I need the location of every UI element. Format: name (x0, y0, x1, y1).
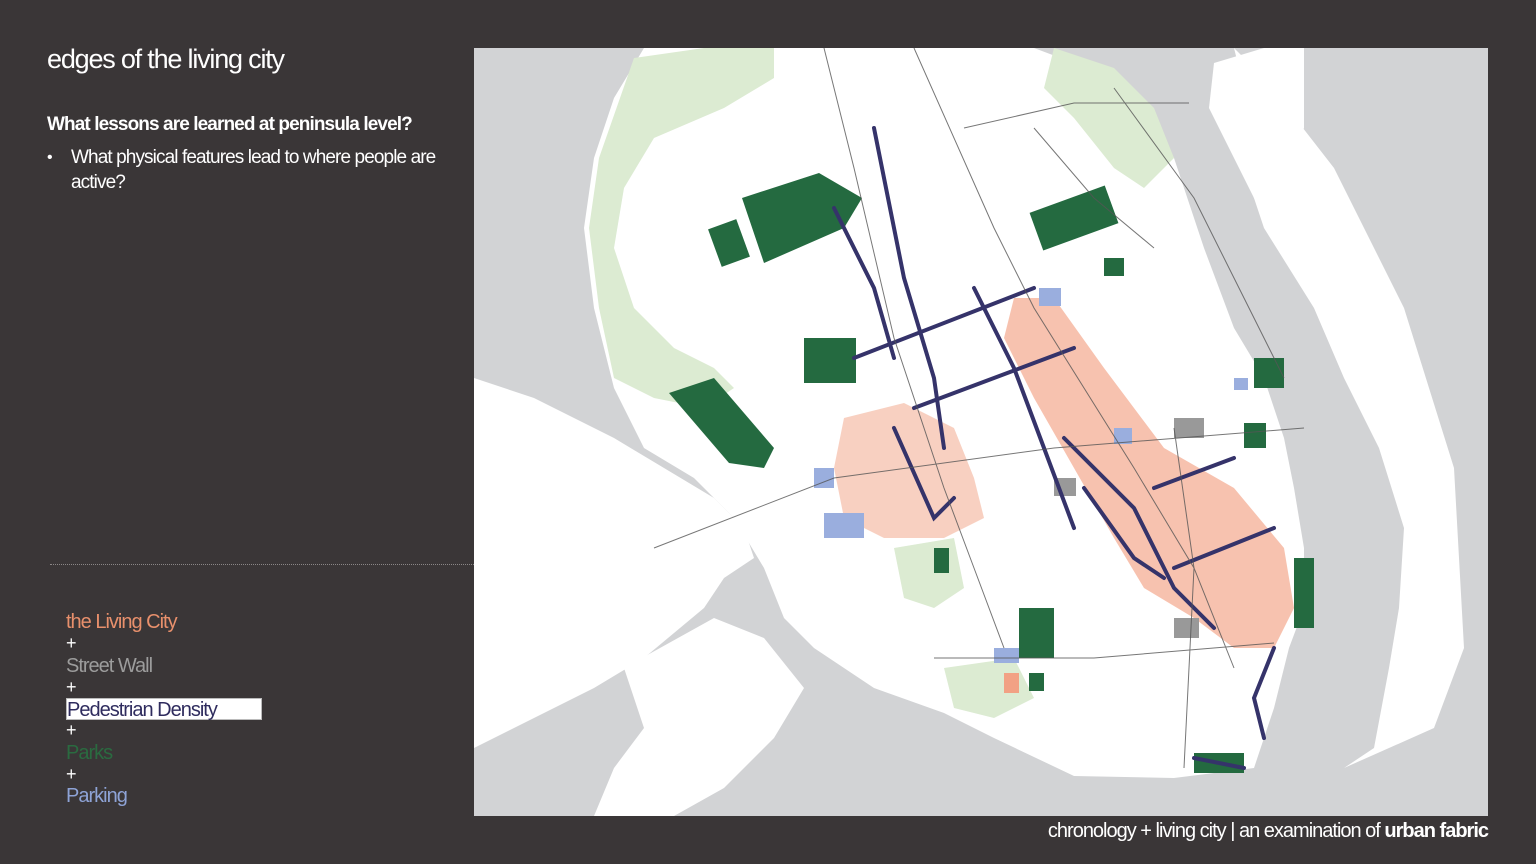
footer-main: chronology + living city | an examinatio… (1047, 820, 1385, 842)
park (1244, 423, 1266, 448)
map-canvas (474, 47, 1488, 816)
park (1029, 673, 1044, 691)
park (1104, 258, 1124, 276)
footer-caption: chronology + living city | an examinatio… (1047, 820, 1489, 843)
legend-plus: + (66, 763, 77, 784)
bullet-text: What physical features lead to where peo… (71, 147, 436, 193)
park (1254, 358, 1284, 388)
footer-bold: urban fabric (1384, 820, 1489, 842)
bullet-marker: • (47, 149, 53, 166)
slide-title: edges of the living city (47, 44, 285, 74)
street-wall (1174, 618, 1199, 638)
legend-parking: Parking (66, 785, 128, 807)
parking-lot (1004, 673, 1019, 693)
legend-plus: + (66, 676, 77, 697)
peninsula-map (474, 47, 1488, 816)
legend-living-city: the Living City (66, 611, 178, 633)
street-wall (1174, 418, 1204, 438)
slide-question: What lessons are learned at peninsula le… (47, 114, 413, 135)
legend-parks: Parks (66, 741, 113, 764)
legend-plus: + (66, 720, 77, 740)
parking-lot (1234, 378, 1248, 390)
park (934, 548, 949, 573)
park (1019, 608, 1054, 658)
parking-lot (1039, 288, 1061, 306)
bullet-item: • What physical features lead to where p… (47, 145, 467, 195)
park (804, 338, 856, 383)
park (1294, 558, 1314, 628)
parking-lot (994, 648, 1019, 663)
legend-plus: + (66, 633, 77, 653)
legend-pedestrian-density: Pedestrian Density (66, 698, 262, 721)
dotted-divider (50, 564, 474, 565)
parking-lot (824, 513, 864, 538)
map-legend: the Living City + Street Wall + Pedestri… (66, 611, 262, 807)
legend-street-wall: Street Wall (66, 654, 153, 677)
